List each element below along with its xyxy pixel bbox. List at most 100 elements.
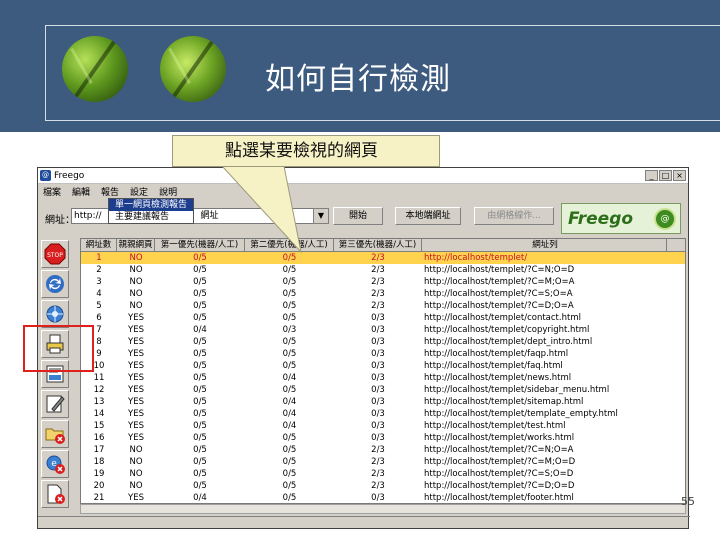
table-cell: http://localhost/templet/contact.html (424, 313, 581, 323)
menu-edit[interactable]: 編輯 (72, 185, 90, 198)
local-url-button[interactable]: 本地端網址 (395, 207, 461, 225)
table-cell: NO (129, 289, 143, 299)
table-cell: 2/3 (371, 253, 385, 263)
print-button[interactable] (41, 330, 69, 358)
table-row[interactable]: 20 NO 0/5 0/5 2/3 http://localhost/templet/?C… (81, 480, 685, 492)
table-row[interactable]: 15 YES 0/5 0/4 0/3 http://localhost/templet/t… (81, 420, 685, 432)
table-cell: 8 (96, 337, 102, 347)
table-cell: 0/5 (193, 409, 207, 419)
table-cell: 0/5 (282, 481, 297, 491)
table-row[interactable]: 18 NO 0/5 0/5 2/3 http://localhost/templet/?C… (81, 456, 685, 468)
table-row[interactable]: 3 NO 0/5 0/5 2/3 http://localhost/templet/?C=… (81, 276, 685, 288)
menu-report[interactable]: 報告 (101, 185, 119, 198)
table-row[interactable]: 11 YES 0/5 0/4 0/3 http://localhost/templet/n… (81, 372, 685, 384)
page-number: 55 (681, 495, 695, 508)
table-row[interactable]: 19 NO 0/5 0/5 2/3 http://localhost/templet/?C… (81, 468, 685, 480)
table-cell: 6 (96, 313, 102, 323)
table-row[interactable]: 14 YES 0/5 0/4 0/3 http://localhost/templet/t… (81, 408, 685, 420)
table-cell: 0/3 (371, 325, 385, 335)
table-cell: 2/3 (371, 289, 385, 299)
column-header[interactable]: 網址數 (81, 239, 117, 251)
table-row[interactable]: 12 YES 0/5 0/5 0/3 http://localhost/templet/s… (81, 384, 685, 396)
table-row[interactable]: 13 YES 0/5 0/4 0/3 http://localhost/templet/s… (81, 396, 685, 408)
table-cell: http://localhost/templet/news.html (424, 373, 572, 383)
report-icon (46, 365, 64, 383)
network-button[interactable] (41, 300, 69, 328)
table-cell: 0/5 (193, 433, 207, 443)
table-cell: 0/5 (282, 265, 297, 275)
table-cell: http://localhost/templet/?C=D;O=A (424, 301, 574, 311)
menu-main-suggestion-report[interactable]: 主要建議報告 (109, 211, 193, 223)
minimize-button[interactable]: _ (645, 170, 658, 181)
refresh-button[interactable] (41, 270, 69, 298)
edit-button[interactable] (41, 390, 69, 418)
table-row[interactable]: 16 YES 0/5 0/5 0/3 http://localhost/templet/w… (81, 432, 685, 444)
freego-window: @ Freego _ □ × 檔案 編輯 報告 設定 說明 單一網頁檢測報告 主… (37, 167, 690, 529)
folder-delete-button[interactable] (41, 420, 69, 448)
table-cell: 0/5 (282, 457, 297, 467)
grid-action-button[interactable]: 由網格線作... (474, 207, 554, 225)
start-button[interactable]: 開始 (333, 207, 383, 225)
table-row[interactable]: 10 YES 0/5 0/5 0/3 http://localhost/templet/f… (81, 360, 685, 372)
table-cell: 0/3 (282, 325, 297, 335)
column-header[interactable]: 第三優先(機器/人工) (334, 239, 422, 251)
browser-delete-button[interactable]: e (41, 450, 69, 478)
table-cell: NO (129, 265, 143, 275)
menu-single-page-report[interactable]: 單一網頁檢測報告 (109, 199, 193, 211)
menu-bar: 檔案 編輯 報告 設定 說明 單一網頁檢測報告 主要建議報告 (38, 184, 688, 224)
table-row[interactable]: 1 NO 0/5 0/5 2/3 http://localhost/templet/ (81, 252, 685, 264)
table-cell: 0/5 (193, 265, 207, 275)
table-cell: 0/5 (193, 457, 207, 467)
table-cell: 0/5 (282, 277, 297, 287)
table-row[interactable]: 21 YES 0/4 0/5 0/3 http://localhost/templet/f… (81, 492, 685, 503)
side-toolbar: STOP e (41, 240, 71, 510)
column-header[interactable]: 網址列 (422, 239, 667, 251)
table-row[interactable]: 8 YES 0/5 0/5 0/3 http://localhost/templet/de… (81, 336, 685, 348)
table-row[interactable]: 9 YES 0/5 0/5 0/3 http://localhost/templet/fa… (81, 348, 685, 360)
table-cell: 2/3 (371, 277, 385, 287)
table-cell: 0/5 (282, 253, 297, 263)
table-cell: 0/3 (371, 373, 385, 383)
column-header[interactable]: 第一優先(機器/人工) (155, 239, 245, 251)
table-cell: 0/5 (193, 313, 207, 323)
horizontal-scrollbar[interactable] (80, 504, 686, 514)
table-cell: NO (129, 481, 143, 491)
slide-header: 如何自行檢測 (0, 0, 720, 132)
column-header[interactable]: 第二優先(機器/人工) (245, 239, 334, 251)
table-row[interactable]: 4 NO 0/5 0/5 2/3 http://localhost/templet/?C=… (81, 288, 685, 300)
stop-button[interactable]: STOP (41, 240, 69, 268)
print-icon (46, 334, 64, 354)
report-dropdown: 單一網頁檢測報告 主要建議報告 (108, 198, 194, 224)
menu-help[interactable]: 說明 (159, 185, 177, 198)
menu-file[interactable]: 檔案 (43, 185, 61, 198)
table-cell: http://localhost/templet/sitemap.html (424, 397, 584, 407)
table-cell: 3 (96, 277, 102, 287)
table-cell: 18 (93, 457, 105, 467)
slide-title: 如何自行檢測 (265, 62, 451, 97)
table-row[interactable]: 2 NO 0/5 0/5 2/3 http://localhost/templet/?C=… (81, 264, 685, 276)
table-row[interactable]: 17 NO 0/5 0/5 2/3 http://localhost/templet/?C… (81, 444, 685, 456)
column-header[interactable]: 親親網頁 (117, 239, 155, 251)
table-cell: YES (128, 337, 144, 347)
menu-settings[interactable]: 設定 (130, 185, 148, 198)
table-cell: 0/5 (282, 313, 297, 323)
table-row[interactable]: 6 YES 0/5 0/5 0/3 http://localhost/templet/co… (81, 312, 685, 324)
table-cell: 12 (93, 385, 105, 395)
callout-bubble: 點選某要檢視的網頁 (172, 135, 440, 167)
table-cell: http://localhost/templet/works.html (424, 433, 575, 443)
close-button[interactable]: × (673, 170, 686, 181)
table-row[interactable]: 7 YES 0/4 0/3 0/3 http://localhost/templet/co… (81, 324, 685, 336)
table-cell: YES (128, 493, 144, 503)
file-delete-button[interactable] (41, 480, 69, 508)
maximize-button[interactable]: □ (659, 170, 672, 181)
table-cell: 16 (93, 433, 105, 443)
table-cell: 19 (93, 469, 105, 479)
address-dropdown-button[interactable]: ▼ (313, 208, 329, 224)
table-cell: YES (128, 433, 144, 443)
table-cell: 0/5 (282, 445, 297, 455)
table-row[interactable]: 5 NO 0/5 0/5 2/3 http://localhost/templet/?C=… (81, 300, 685, 312)
table-cell: 0/3 (371, 433, 385, 443)
table-cell: 0/4 (282, 373, 297, 383)
report-button[interactable] (41, 360, 69, 388)
window-controls: _ □ × (645, 170, 686, 181)
